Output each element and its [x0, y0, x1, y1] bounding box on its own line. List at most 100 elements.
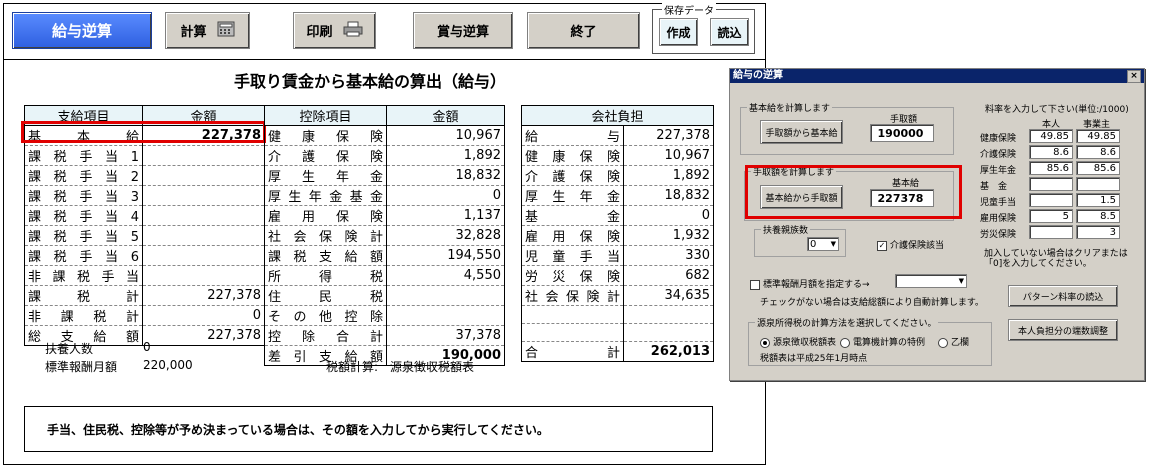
- dialog-title: 給与の逆算: [733, 70, 783, 81]
- rate-self-input[interactable]: 8.6: [1029, 145, 1073, 159]
- company-value: 10,967: [622, 145, 715, 166]
- deduction-value[interactable]: [386, 305, 505, 326]
- deduction-value: 4,550: [386, 265, 505, 286]
- deduction-value[interactable]: 0: [386, 185, 505, 206]
- deduction-table: 控除項目 金額 健康保険 10,967 介護保険 1,892 厚生年金 18,832 …: [264, 105, 505, 366]
- radio-computer-special-label: 電算機計算の特例: [853, 338, 926, 348]
- company-value: 1,932: [622, 225, 715, 246]
- deduction-label: 健康保険: [264, 125, 387, 146]
- calculate-label: 計算: [180, 25, 207, 40]
- care-insurance-checkbox[interactable]: ✓ 介護保険該当: [877, 238, 944, 251]
- pattern-rate-button[interactable]: パターン料率の読込: [1008, 285, 1118, 307]
- print-button[interactable]: 印刷: [293, 12, 376, 49]
- salary-reverse-button[interactable]: 給与逆算: [12, 12, 152, 49]
- rate-self-input[interactable]: [1029, 225, 1073, 239]
- deduction-value: 18,832: [386, 165, 505, 186]
- takehome-to-base-button[interactable]: 手取額から基本給: [760, 120, 843, 144]
- rate-employer-input[interactable]: 8.5: [1076, 209, 1120, 223]
- rate-employer-input[interactable]: 3: [1076, 225, 1120, 239]
- deduction-value: 10,967: [386, 125, 505, 146]
- pay-label: 課税手当6: [24, 245, 143, 266]
- standard-checkbox[interactable]: 標準報酬月額を指定する→: [750, 277, 870, 290]
- rate-self-input[interactable]: 85.6: [1029, 161, 1073, 175]
- company-value: [622, 323, 715, 342]
- radio-otsu[interactable]: 乙欄: [938, 335, 969, 348]
- rate-self-input[interactable]: [1029, 193, 1073, 207]
- load-button[interactable]: 読込: [710, 18, 749, 46]
- rate-employer-input[interactable]: 1.5: [1076, 193, 1120, 207]
- radio-computer-special[interactable]: 電算機計算の特例: [840, 335, 925, 348]
- deduction-amount-header: 金額: [386, 105, 505, 126]
- chevron-down-icon: ▼: [830, 240, 836, 248]
- company-label: 雇用保険: [521, 225, 624, 246]
- rate-self-input[interactable]: 5: [1029, 209, 1073, 223]
- exit-button[interactable]: 終了: [527, 12, 640, 49]
- company-value: 0: [622, 205, 715, 226]
- radio-icon: [840, 337, 850, 348]
- takehome-highlight: [745, 165, 962, 219]
- calculate-button[interactable]: 計算: [165, 12, 250, 49]
- create-button[interactable]: 作成: [659, 18, 698, 46]
- deduction-value: 1,892: [386, 145, 505, 166]
- rate-row-label: 基 金: [980, 182, 1008, 192]
- pay-label: 課税計: [24, 285, 143, 306]
- rate-employer-input[interactable]: 8.6: [1076, 145, 1120, 159]
- radio-withholding-table[interactable]: 源泉徴収税額表: [760, 335, 836, 348]
- pay-label: 課税手当3: [24, 185, 143, 206]
- deduction-label: 課税支給額: [264, 245, 387, 266]
- company-label: 基金: [521, 205, 624, 226]
- deduction-label: 住民税: [264, 285, 387, 306]
- takehome-input[interactable]: 190000: [870, 124, 934, 142]
- salary-reverse-dialog: 給与の逆算 × 基本給を計算します 手取額 手取額から基本給 190000 手取…: [729, 68, 1145, 381]
- rate-employer-input[interactable]: [1076, 177, 1120, 191]
- pay-value[interactable]: [142, 185, 265, 206]
- dependents-value: 0: [143, 340, 151, 354]
- pay-value[interactable]: [142, 205, 265, 226]
- company-label: [521, 323, 624, 342]
- deduction-label: その他控除: [264, 305, 387, 326]
- pay-label: 課税手当1: [24, 145, 143, 166]
- deduction-value: 37,378: [386, 325, 505, 346]
- deduction-label: 控除合計: [264, 325, 387, 346]
- pay-value[interactable]: [142, 165, 265, 186]
- standard-remuneration-label: 標準報酬月額: [45, 360, 118, 374]
- standard-select[interactable]: ▼: [895, 274, 967, 288]
- pay-value[interactable]: [142, 145, 265, 166]
- print-label: 印刷: [306, 25, 333, 40]
- pay-value: 227,378: [142, 285, 265, 306]
- pay-value[interactable]: [142, 225, 265, 246]
- company-value: 330: [622, 245, 715, 266]
- standard-check-label: 標準報酬月額を指定する→: [763, 280, 870, 290]
- rate-row-label: 児童手当: [980, 198, 1017, 208]
- rate-employer-input[interactable]: 49.85: [1076, 129, 1120, 143]
- deduction-label: 所得税: [264, 265, 387, 286]
- rounding-adjust-button[interactable]: 本人負担分の端数調整: [1008, 319, 1118, 341]
- pay-value[interactable]: [142, 245, 265, 266]
- company-label: 給与: [521, 125, 624, 146]
- care-insurance-label: 介護保険該当: [890, 241, 945, 251]
- calculator-icon: [217, 21, 235, 41]
- tax-method-group-label: 源泉所得税の計算方法を選択してください。: [755, 316, 939, 329]
- page-title: 手取り賃金から基本給の算出（給与）: [233, 72, 506, 91]
- rate-employer-input[interactable]: 85.6: [1076, 161, 1120, 175]
- radio-selected-icon: [760, 337, 770, 348]
- deduction-value[interactable]: [386, 285, 505, 306]
- bonus-reverse-button[interactable]: 賞与逆算: [413, 12, 513, 49]
- company-label: 介護保険: [521, 165, 624, 186]
- company-label: 合計: [521, 341, 624, 362]
- close-icon[interactable]: ×: [1127, 70, 1141, 83]
- dependents-select[interactable]: 0 ▼: [807, 237, 839, 251]
- deduction-label: 介護保険: [264, 145, 387, 166]
- radio-withholding-table-label: 源泉徴収税額表: [773, 338, 837, 348]
- tax-calc-value: 源泉徴収税額表: [390, 360, 475, 374]
- rate-self-input[interactable]: [1029, 177, 1073, 191]
- pay-value[interactable]: [142, 265, 265, 286]
- company-label: [521, 305, 624, 324]
- note-box: 手当、住民税、控除等が予め決まっている場合は、その額を入力してから実行してくださ…: [24, 406, 713, 452]
- tax-calc-label: 税額計算:: [326, 360, 379, 374]
- company-label: 厚生年金: [521, 185, 624, 206]
- rate-self-input[interactable]: 49.85: [1029, 129, 1073, 143]
- deduction-label: 厚生年金: [264, 165, 387, 186]
- rate-header: 料率を入力して下さい(単位:/1000): [985, 105, 1129, 115]
- rate-row-label: 雇用保険: [980, 214, 1017, 224]
